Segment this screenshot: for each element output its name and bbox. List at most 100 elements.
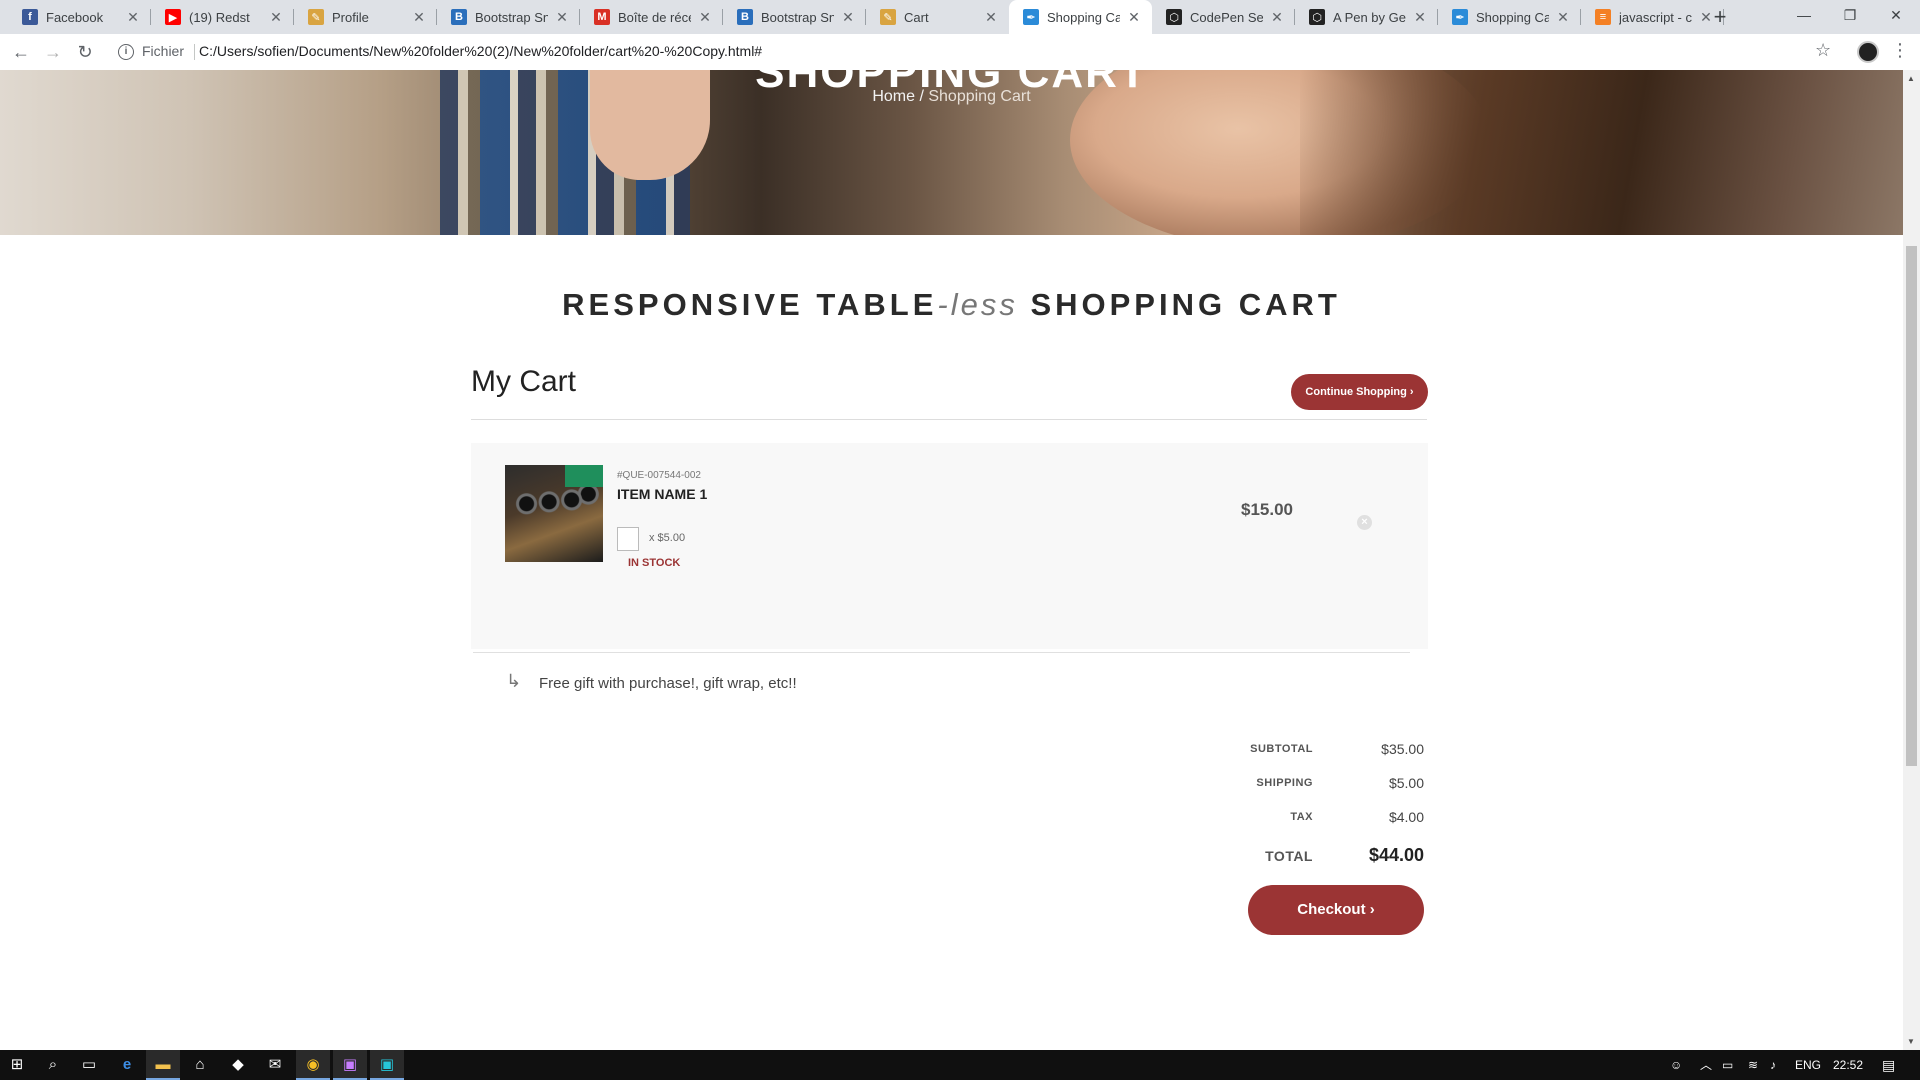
browser-tab[interactable]: B Bootstrap Snip ✕	[723, 0, 866, 34]
browser-tab[interactable]: f Facebook ✕	[8, 0, 151, 34]
page-scrollbar[interactable]: ▲ ▼	[1903, 70, 1920, 1050]
windows-start-icon[interactable]: ⊞	[0, 1050, 34, 1080]
page-heading: RESPONSIVE TABLE-less SHOPPING CART	[0, 287, 1903, 323]
close-tab-icon[interactable]: ✕	[1555, 9, 1571, 26]
quantity-input[interactable]	[617, 527, 639, 551]
bootstrap-snippet-icon: B	[451, 9, 467, 25]
cart-title: My Cart	[471, 365, 576, 398]
browser-tab[interactable]: B Bootstrap Snip ✕	[437, 0, 580, 34]
browser-tab[interactable]: ✒ Shopping Cart ✕	[1438, 0, 1581, 34]
product-image-board	[565, 465, 603, 487]
browser-tab[interactable]: ✎ Profile ✕	[294, 0, 437, 34]
facebook-icon: f	[22, 9, 38, 25]
browser-tab-title: Profile	[332, 9, 369, 25]
task-view-icon[interactable]: ▭	[72, 1050, 106, 1080]
volume-icon[interactable]: ♪	[1770, 1050, 1776, 1080]
profile-avatar[interactable]	[1857, 41, 1879, 63]
mail-icon[interactable]: ✉	[258, 1050, 292, 1080]
people-icon[interactable]: ☺	[1670, 1050, 1682, 1080]
browser-tab-strip: f Facebook ✕ ▶ (19) Redst ✕ ✎ Profile ✕ B Bootstra…	[0, 0, 1920, 34]
minimize-window-button[interactable]: —	[1781, 0, 1827, 30]
new-tab-button[interactable]: +	[1708, 4, 1732, 30]
breadcrumb-current: Shopping Cart	[928, 88, 1031, 105]
heading-divider	[471, 419, 1427, 420]
browser-tab[interactable]: ≡ javascript - ch ✕	[1581, 0, 1724, 34]
close-tab-icon[interactable]: ✕	[983, 9, 999, 26]
subtotal-value: $35.00	[1381, 741, 1424, 757]
browser-tab[interactable]: ✒ Shopping Cart ✕	[1009, 0, 1152, 34]
browser-tab[interactable]: ▶ (19) Redst ✕	[151, 0, 294, 34]
close-tab-icon[interactable]: ✕	[125, 9, 141, 26]
chrome-icon[interactable]: ◉	[296, 1050, 330, 1080]
stackoverflow-icon: ≡	[1595, 9, 1611, 25]
breadcrumb: Home / Shopping Cart	[0, 88, 1903, 106]
back-arrow-icon[interactable]: ←	[9, 40, 33, 64]
close-tab-icon[interactable]: ✕	[411, 9, 427, 26]
browser-toolbar: ← → ↻ i Fichier C:/Users/sofien/Document…	[0, 34, 1920, 71]
notifications-icon[interactable]: ▤	[1882, 1050, 1895, 1080]
close-window-button[interactable]: ✕	[1873, 0, 1919, 30]
continue-shopping-label: Continue Shopping	[1305, 386, 1407, 398]
item-note: Free gift with purchase!, gift wrap, etc…	[539, 675, 797, 692]
address-bar[interactable]: i Fichier C:/Users/sofien/Documents/New%…	[110, 38, 1850, 66]
browser-tab[interactable]: ⬡ A Pen by Geo ✕	[1295, 0, 1438, 34]
forward-arrow-icon[interactable]: →	[41, 40, 65, 64]
checkout-button[interactable]: Checkout ›	[1248, 885, 1424, 935]
store-icon[interactable]: ⌂	[183, 1050, 217, 1080]
cart-items-panel	[471, 443, 1428, 649]
scrollbar-thumb[interactable]	[1906, 246, 1917, 766]
close-tab-icon[interactable]: ✕	[1126, 9, 1142, 26]
line-item-price: $15.00	[1241, 500, 1293, 519]
phpstorm-icon[interactable]: ▣	[333, 1050, 367, 1080]
close-tab-icon[interactable]: ✕	[840, 9, 856, 26]
subtotal-label: SUBTOTAL	[1250, 743, 1313, 755]
site-info-icon[interactable]: i	[118, 44, 134, 60]
close-tab-icon[interactable]: ✕	[554, 9, 570, 26]
restore-window-button[interactable]: ❐	[1827, 0, 1873, 30]
address-url[interactable]: C:/Users/sofien/Documents/New%20folder%2…	[199, 43, 762, 59]
clock[interactable]: 22:52	[1833, 1050, 1863, 1080]
reload-icon[interactable]: ↻	[73, 40, 97, 64]
show-hidden-icons-chevron-icon[interactable]: ︿	[1700, 1050, 1712, 1080]
product-name[interactable]: ITEM NAME 1	[617, 486, 707, 502]
item-divider	[473, 652, 1410, 653]
browser-tab[interactable]: ⬡ CodePen Sear ✕	[1152, 0, 1295, 34]
continue-shopping-button[interactable]: Continue Shopping ›	[1291, 374, 1428, 410]
browser-tab-title: Bootstrap Snip	[475, 9, 548, 25]
stock-status: IN STOCK	[628, 557, 681, 569]
battery-icon[interactable]: ▭	[1722, 1050, 1733, 1080]
edge-browser-icon[interactable]: e	[110, 1050, 144, 1080]
heading-part-2: SHOPPING CART	[1030, 287, 1341, 322]
windows-taskbar: ⊞ ⌕ ▭ e ▬ ⌂ ◆ ✉ ◉ ▣ ▣ ☺ ︿ ▭ ≋ ♪ ENG 22:5…	[0, 1050, 1920, 1080]
heading-part-1: RESPONSIVE TABLE	[562, 287, 938, 322]
browser-tab[interactable]: ✎ Cart ✕	[866, 0, 1009, 34]
chevron-right-icon: ›	[1409, 386, 1414, 398]
bootstrap-snippet-icon: B	[737, 9, 753, 25]
total-label: TOTAL	[1265, 848, 1313, 864]
dropbox-icon[interactable]: ◆	[221, 1050, 255, 1080]
wifi-icon[interactable]: ≋	[1748, 1050, 1758, 1080]
breadcrumb-separator: /	[915, 88, 929, 105]
scroll-down-arrow-icon[interactable]: ▼	[1907, 1037, 1915, 1046]
feather-icon: ✒	[1452, 9, 1468, 25]
close-tab-icon[interactable]: ✕	[268, 9, 284, 26]
file-explorer-icon[interactable]: ▬	[146, 1050, 180, 1080]
browser-menu-icon[interactable]: ⋮	[1891, 40, 1909, 61]
remove-item-icon[interactable]: ×	[1357, 515, 1372, 530]
close-tab-icon[interactable]: ✕	[697, 9, 713, 26]
youtube-icon: ▶	[165, 9, 181, 25]
search-icon[interactable]: ⌕	[36, 1050, 70, 1080]
browser-tab[interactable]: M Boîte de récep ✕	[580, 0, 723, 34]
heading-italic: -less	[937, 287, 1018, 322]
language-indicator[interactable]: ENG	[1795, 1050, 1821, 1080]
close-tab-icon[interactable]: ✕	[1269, 9, 1285, 26]
breadcrumb-home-link[interactable]: Home	[872, 88, 915, 105]
bookmark-star-icon[interactable]: ☆	[1815, 40, 1831, 61]
codepen-logo-icon: ⬡	[1309, 9, 1325, 25]
close-tab-icon[interactable]: ✕	[1412, 9, 1428, 26]
address-scheme-label: Fichier	[142, 43, 185, 59]
webstorm-icon[interactable]: ▣	[370, 1050, 404, 1080]
scroll-up-arrow-icon[interactable]: ▲	[1907, 74, 1915, 83]
unit-price: x $5.00	[649, 532, 686, 544]
address-divider	[194, 44, 195, 60]
